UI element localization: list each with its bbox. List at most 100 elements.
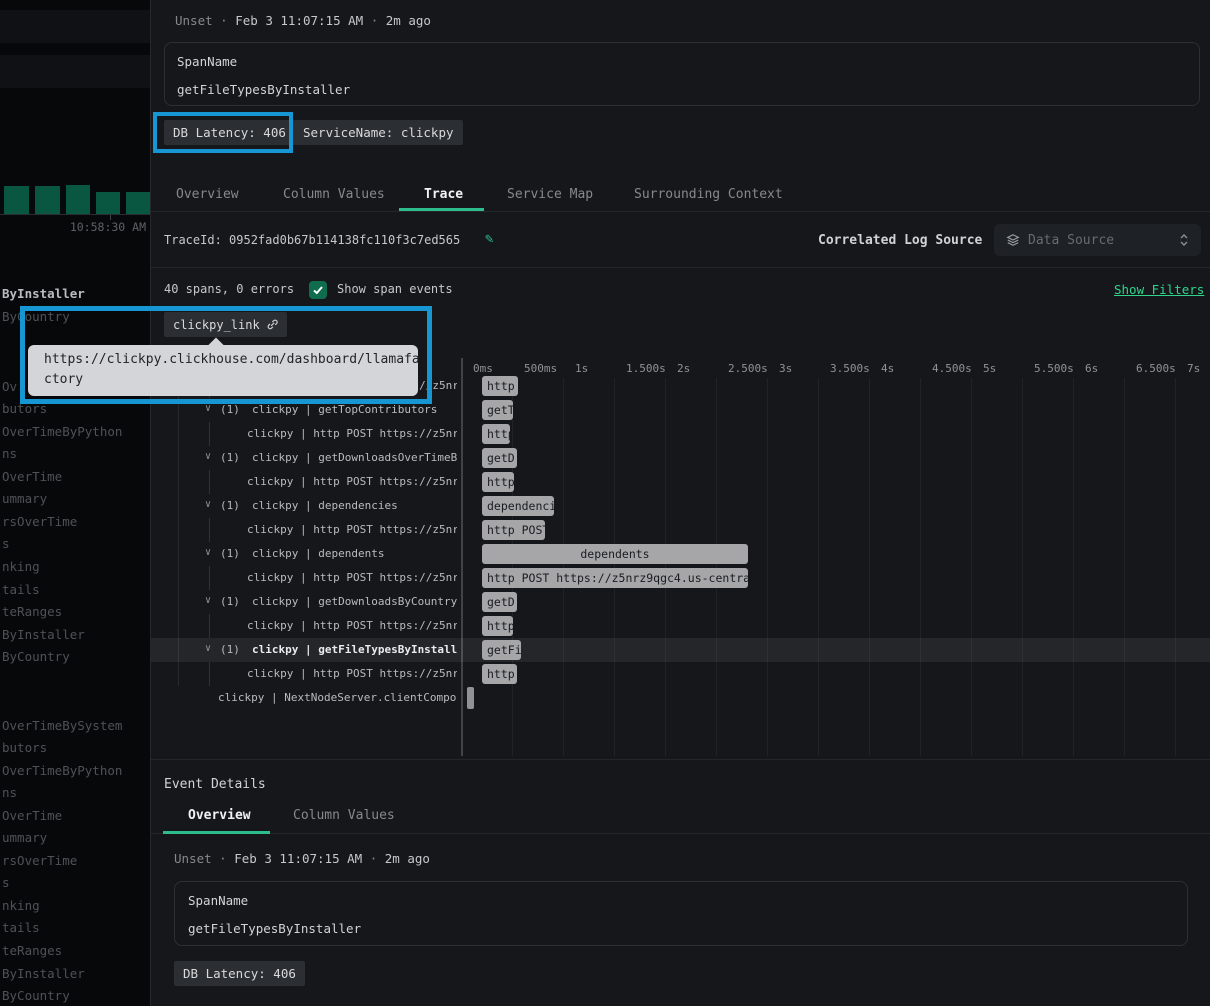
chevron-down-icon[interactable]: ∨ <box>205 499 211 510</box>
span-name: clickpy | getFileTypesByInstaller <box>252 643 457 656</box>
clickpy-link-label: clickpy_link <box>173 318 260 332</box>
trace-span-row[interactable]: clickpy | http POST https://z5nrzhttp <box>151 422 1210 446</box>
span-duration-bar[interactable]: getT <box>482 400 513 420</box>
background-list-item: teRanges <box>2 943 62 958</box>
trace-span-row[interactable]: clickpy | http POST https://z5nrz http <box>151 662 1210 686</box>
event-details-top-divider <box>151 759 1210 760</box>
span-child-count: (1) <box>220 451 240 464</box>
trace-span-row[interactable]: ∨(1)clickpy | getTopContributorsgetT <box>151 398 1210 422</box>
tree-guide-segment <box>209 662 210 686</box>
tree-guide-segment <box>209 422 210 446</box>
trace-span-row[interactable]: ∨ (1) clickpy | getFileTypesByInstaller get… <box>151 638 1210 662</box>
trace-span-row[interactable]: ∨(1)clickpy | dependenciesdependenci <box>151 494 1210 518</box>
span-duration-bar[interactable]: http <box>482 376 518 396</box>
span-duration-bar[interactable]: http <box>482 616 513 636</box>
span-duration-bar[interactable]: http <box>482 472 514 492</box>
event-timestamp: Feb 3 11:07:15 AM <box>234 851 362 866</box>
background-list-item: rsOverTime <box>2 853 77 868</box>
tooltip-url-line1: https://clickpy.clickhouse.com/dashboard… <box>44 350 402 370</box>
relative-time: 2m ago <box>385 851 430 866</box>
chevron-down-icon[interactable]: ∨ <box>205 595 211 606</box>
span-name: clickpy | http POST https://z5nrz <box>247 619 457 632</box>
background-list-item: ByInstaller <box>2 966 85 981</box>
edit-icon[interactable]: ✎ <box>485 231 493 247</box>
trace-span-row[interactable]: ∨(1)clickpy | getDownloadsOverTimeBySget… <box>151 446 1210 470</box>
separator: · <box>220 13 228 28</box>
span-duration-bar[interactable]: http <box>482 424 510 444</box>
span-duration-bar[interactable] <box>467 687 474 709</box>
span-duration-bar[interactable]: http POST <box>482 520 545 540</box>
background-list-item: ByCountry <box>2 309 70 324</box>
background-list-item: ns <box>2 785 17 800</box>
background-list-item: ummary <box>2 491 47 506</box>
span-name-label: SpanName <box>177 54 237 69</box>
span-duration-bar[interactable]: dependenci <box>482 496 554 516</box>
histogram-bar <box>35 186 60 214</box>
event-details-tabs-divider <box>151 833 1210 834</box>
span-duration-bar[interactable]: dependents <box>482 544 748 564</box>
event-side-panel: Unset · Feb 3 11:07:15 AM · 2m ago SpanN… <box>150 0 1210 1006</box>
show-span-events-checkbox[interactable] <box>309 281 327 299</box>
span-duration-bar[interactable]: getD <box>482 448 517 468</box>
chevron-down-icon[interactable]: ∨ <box>205 451 211 462</box>
background-row <box>0 55 150 88</box>
background-list-item: ByCountry <box>2 988 70 1003</box>
background-list-item: ByInstaller <box>2 627 85 642</box>
background-list-item: teRanges <box>2 604 62 619</box>
db-latency-badge[interactable]: DB Latency: 406 <box>164 120 295 145</box>
tab-overview[interactable]: Overview <box>176 187 239 202</box>
chevron-down-icon[interactable]: ∨ <box>205 547 211 558</box>
tabs-divider <box>151 211 1210 212</box>
span-duration-bar[interactable]: getFi <box>482 640 521 660</box>
trace-span-row[interactable]: clickpy | http POST https://z5nrz http PO… <box>151 566 1210 590</box>
checkmark-icon <box>312 284 324 296</box>
span-duration-bar[interactable]: http <box>482 664 517 684</box>
tree-guide-segment <box>209 566 210 590</box>
chevron-down-icon[interactable]: ∨ <box>205 643 211 654</box>
status-label: Unset <box>174 851 212 866</box>
event-details-tab-column-values[interactable]: Column Values <box>293 808 395 823</box>
background-list-item: ns <box>2 446 17 461</box>
trace-span-row[interactable]: clickpy | http POST https://z5nrz http PO… <box>151 518 1210 542</box>
background-list-item: s <box>2 875 10 890</box>
background-list-item: s <box>2 536 10 551</box>
tree-guide-segment <box>209 470 210 494</box>
section-divider <box>151 267 1210 268</box>
trace-span-row[interactable]: clickpy | http POST https://z5nrz http <box>151 614 1210 638</box>
clickpy-link-badge[interactable]: clickpy_link <box>164 312 287 337</box>
span-duration-bar[interactable]: getD <box>482 592 517 612</box>
event-details-tab-overview[interactable]: Overview <box>188 808 251 823</box>
span-child-count: (1) <box>220 643 240 656</box>
span-name: clickpy | http POST https://z5nrz <box>247 571 457 584</box>
span-name: clickpy | getTopContributors <box>252 403 457 416</box>
db-latency-badge[interactable]: DB Latency: 406 <box>174 961 305 986</box>
service-name-badge[interactable]: ServiceName: clickpy <box>294 120 463 145</box>
show-filters-link[interactable]: Show Filters <box>1114 282 1204 297</box>
span-duration-bar[interactable]: http POST https://z5nrz9qgc4.us-central <box>482 568 748 588</box>
tooltip-url-line2: ctory <box>44 370 402 390</box>
tab-service-map[interactable]: Service Map <box>507 187 593 202</box>
trace-span-row[interactable]: ∨(1)clickpy | dependentsdependents <box>151 542 1210 566</box>
tab-trace[interactable]: Trace <box>424 187 463 202</box>
background-list-item: OverTime <box>2 808 62 823</box>
chevron-down-icon[interactable]: ∨ <box>205 403 211 414</box>
span-name: clickpy | http POST https://z5nrz <box>247 523 457 536</box>
trace-span-row[interactable]: clickpy | NextNodeServer.clientCompone <box>151 686 1210 710</box>
tab-column-values[interactable]: Column Values <box>283 187 385 202</box>
histogram-bar <box>4 186 29 214</box>
histogram-time-label: 10:58:30 AM <box>70 220 146 234</box>
trace-span-row[interactable]: ∨(1)clickpy | getDownloadsByCountrygetD <box>151 590 1210 614</box>
span-child-count: (1) <box>220 595 240 608</box>
trace-id: TraceId: 0952fad0b67b114138fc110f3c7ed56… <box>164 233 460 247</box>
background-list-item: butors <box>2 401 47 416</box>
histogram-bar <box>66 185 90 214</box>
clickpy-link-tooltip: https://clickpy.clickhouse.com/dashboard… <box>28 345 418 396</box>
show-span-events-label: Show span events <box>337 282 453 296</box>
trace-span-row[interactable]: clickpy | http POST https://z5nrzhttp <box>151 470 1210 494</box>
span-name: clickpy | http POST https://z5nrz <box>247 667 457 680</box>
data-source-select[interactable]: Data Source <box>994 224 1201 256</box>
background-list-item: tails <box>2 920 40 935</box>
event-details-title: Event Details <box>164 777 266 792</box>
background-row <box>0 10 150 43</box>
tab-surrounding-context[interactable]: Surrounding Context <box>634 187 783 202</box>
